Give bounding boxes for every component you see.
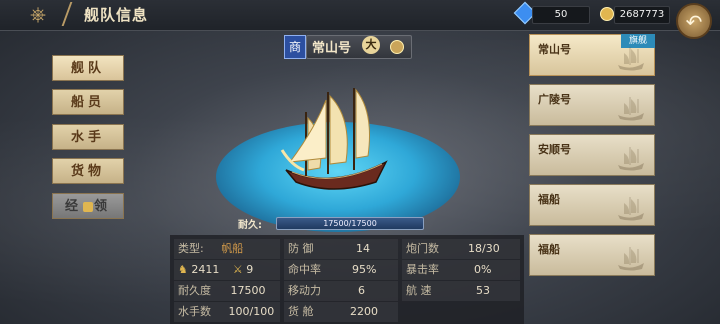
coin-icon xyxy=(600,7,614,21)
cannon-label: 炮门数 xyxy=(406,242,439,255)
crew-row: ♞ 2411 ⚔ 9 xyxy=(174,260,280,280)
menu-locked-label-suffix: 领 xyxy=(94,199,112,214)
ship-card-name: 福船 xyxy=(538,193,560,206)
durability-label: 耐久: xyxy=(238,220,262,231)
cargo-row: 货 舱 2200 xyxy=(284,302,398,322)
cannon-value: 18/30 xyxy=(468,242,500,255)
ship-thumbnail-icon xyxy=(618,197,644,221)
ship-card-1[interactable]: 常山号 旗舰 xyxy=(529,34,655,76)
swap-ship-icon[interactable] xyxy=(390,40,404,54)
ship-thumbnail-icon xyxy=(618,47,644,71)
durability-stat-label: 耐久度 xyxy=(178,284,211,297)
defense-value: 14 xyxy=(356,242,370,255)
cannon-row: 炮门数 18/30 xyxy=(402,239,520,259)
gem-counter: 50 xyxy=(532,6,590,24)
crew-icon: ♞ xyxy=(178,263,188,276)
move-value: 6 xyxy=(358,284,365,297)
durability-stat-value: 17500 xyxy=(230,284,266,297)
defense-label: 防 御 xyxy=(288,242,314,255)
crit-label: 暴击率 xyxy=(406,263,439,276)
ship-illustration xyxy=(280,88,388,190)
ship-size-badge: 大 xyxy=(362,36,380,54)
back-arrow-icon: ↶ xyxy=(685,10,703,34)
cargo-value: 2200 xyxy=(350,305,378,318)
menu-locked-label-prefix: 经 xyxy=(64,199,82,214)
menu-cargo-button[interactable]: 货物 xyxy=(52,158,124,184)
crew-value: 2411 xyxy=(191,263,220,276)
ship-card-5[interactable]: 福船 xyxy=(529,234,655,276)
sailors-label: 水手数 xyxy=(178,305,211,318)
hit-label: 命中率 xyxy=(288,263,321,276)
cargo-label: 货 舱 xyxy=(288,305,314,318)
merchant-type-badge: 商 xyxy=(284,35,306,59)
ship-card-name: 常山号 xyxy=(538,43,571,56)
speed-value: 53 xyxy=(476,284,490,297)
type-row: 类型: 帆船 xyxy=(174,239,280,259)
type-label: 类型: xyxy=(178,242,204,255)
combat-value: 9 xyxy=(246,263,254,276)
speed-row: 航 速 53 xyxy=(402,281,520,301)
menu-sailors-button[interactable]: 水手 xyxy=(52,124,124,150)
ship-card-name: 广陵号 xyxy=(538,93,571,106)
ship-name: 常山号 xyxy=(312,41,352,56)
speed-label: 航 速 xyxy=(406,284,432,297)
hit-value: 95% xyxy=(352,263,377,276)
ship-card-name: 福船 xyxy=(538,243,560,256)
ship-card-name: 安顺号 xyxy=(538,143,571,156)
move-label: 移动力 xyxy=(288,284,321,297)
ship-card-4[interactable]: 福船 xyxy=(529,184,655,226)
crit-value: 0% xyxy=(474,263,492,276)
durability-bar: 17500/17500 xyxy=(276,217,424,230)
back-button[interactable]: ↶ xyxy=(676,3,712,39)
move-row: 移动力 6 xyxy=(284,281,398,301)
coin-counter: 2687773 xyxy=(614,6,670,24)
ship-wheel-icon: ⎈ xyxy=(30,2,46,26)
lock-icon xyxy=(83,201,93,212)
ship-thumbnail-icon xyxy=(618,97,644,121)
page-title: 舰队信息 xyxy=(84,6,149,24)
crit-row: 暴击率 0% xyxy=(402,260,520,280)
hit-row: 命中率 95% xyxy=(284,260,398,280)
sailors-value: 100/100 xyxy=(228,305,275,318)
ship-card-2[interactable]: 广陵号 xyxy=(529,84,655,126)
menu-fleet-button[interactable]: 舰队 xyxy=(52,55,124,81)
type-value: 帆船 xyxy=(221,242,244,255)
durability-row: 耐久度 17500 xyxy=(174,281,280,301)
ship-thumbnail-icon xyxy=(618,147,644,171)
menu-locked-button[interactable]: 经领 xyxy=(52,193,124,219)
ship-card-3[interactable]: 安顺号 xyxy=(529,134,655,176)
defense-row: 防 御 14 xyxy=(284,239,398,259)
crossed-swords-icon: ⚔ xyxy=(232,263,243,276)
menu-crew-button[interactable]: 船员 xyxy=(52,89,124,115)
ship-thumbnail-icon xyxy=(618,247,644,271)
sailors-row: 水手数 100/100 xyxy=(174,302,280,322)
